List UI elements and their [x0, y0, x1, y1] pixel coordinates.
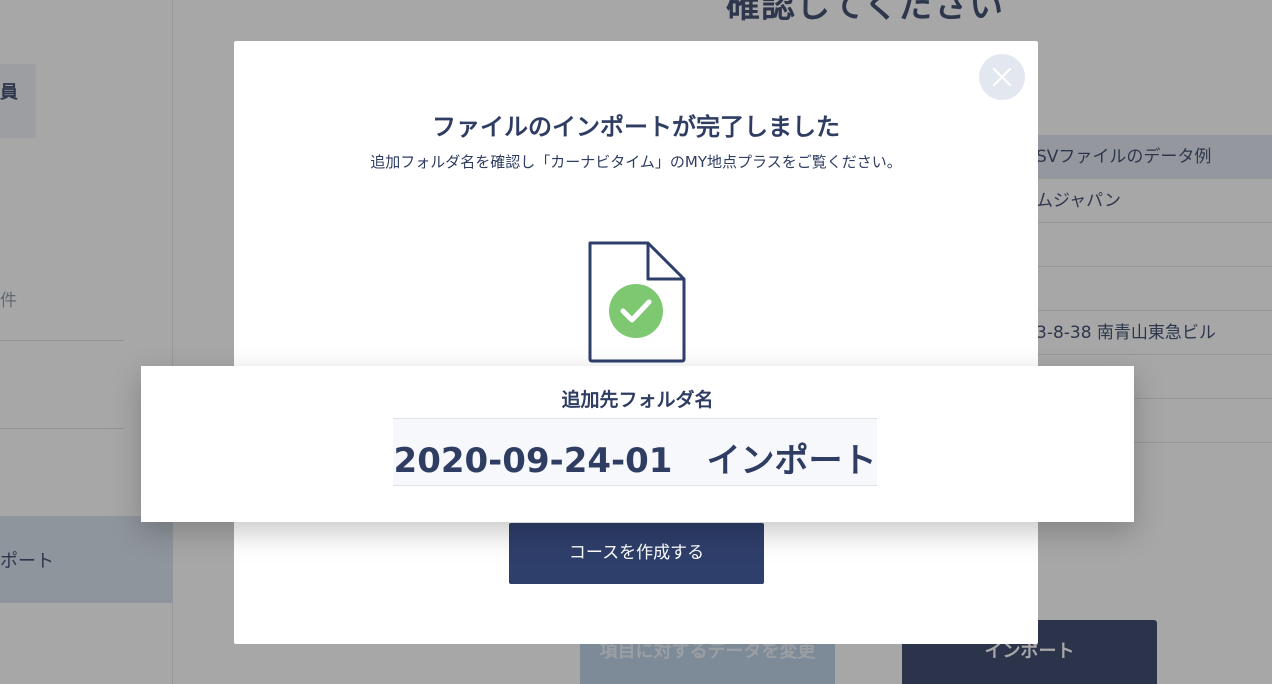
page: 員 件 ポート 確認してください SVファイルのデータ例 ムジャパン 3-8-3… [0, 0, 1272, 684]
file-check-icon [588, 241, 686, 363]
import-complete-modal: ファイルのインポートが完了しました 追加フォルダ名を確認し「カーナビタイム」のM… [234, 41, 1038, 644]
folder-label: 追加先フォルダ名 [561, 389, 714, 411]
folder-name-panel: 追加先フォルダ名 2020-09-24-01 インポート [141, 366, 1134, 522]
create-course-button[interactable]: コースを作成する [509, 523, 764, 584]
close-icon [992, 67, 1012, 87]
close-button[interactable] [979, 54, 1025, 100]
modal-title: ファイルのインポートが完了しました [432, 113, 840, 141]
modal-description: 追加フォルダ名を確認し「カーナビタイム」のMY地点プラスをご覧ください。 [370, 153, 902, 171]
folder-name-box: 2020-09-24-01 インポート [393, 418, 877, 486]
folder-name: 2020-09-24-01 インポート [393, 441, 877, 481]
